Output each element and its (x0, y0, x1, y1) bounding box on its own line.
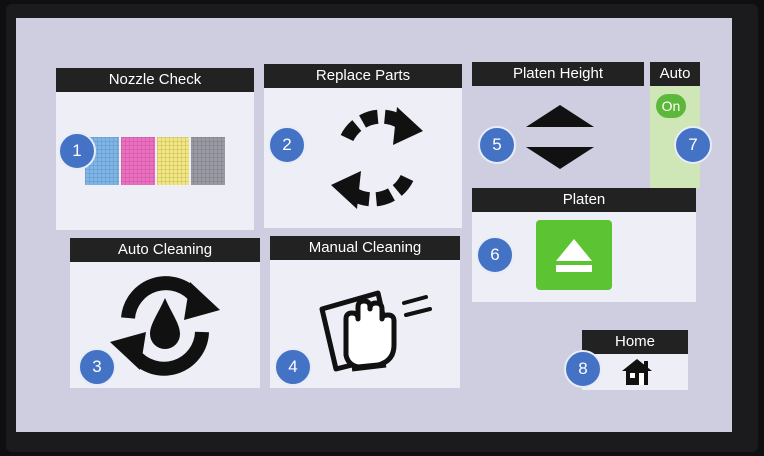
replace-parts-tile[interactable]: Replace Parts 2 (264, 64, 462, 228)
platen-height-title: Platen Height (472, 62, 644, 86)
auto-toggle-tile[interactable]: Auto On 7 (650, 62, 712, 188)
badge-3: 3 (78, 348, 116, 386)
platen-height-tile[interactable]: Platen Height 5 (472, 62, 644, 188)
badge-7: 7 (674, 126, 712, 164)
eject-icon (556, 239, 592, 272)
replace-parts-title: Replace Parts (264, 64, 462, 88)
wiping-glove-icon (319, 290, 432, 372)
badge-1: 1 (58, 132, 96, 170)
manual-cleaning-tile[interactable]: Manual Cleaning 4 (270, 236, 460, 388)
touch-screen: Nozzle Check 1 Replace Parts 2 Auto Clea… (16, 18, 732, 432)
badge-5: 5 (478, 126, 516, 164)
auto-on-toggle[interactable]: On (656, 94, 686, 118)
badge-2: 2 (268, 126, 306, 164)
badge-6: 6 (476, 236, 514, 274)
home-title: Home (582, 330, 688, 354)
cycle-drop-icon (110, 276, 220, 376)
refresh-arrows-icon (331, 107, 423, 209)
house-icon (622, 359, 652, 385)
platen-title: Platen (472, 188, 696, 212)
badge-8: 8 (564, 350, 602, 388)
platen-tile[interactable]: Platen 6 (472, 188, 696, 302)
auto-cleaning-tile[interactable]: Auto Cleaning 3 (70, 238, 260, 388)
up-down-arrows-icon (526, 105, 594, 169)
nozzle-check-tile[interactable]: Nozzle Check 1 (56, 68, 254, 230)
auto-title: Auto (650, 62, 700, 86)
home-tile[interactable]: Home 8 (564, 330, 688, 390)
auto-cleaning-title: Auto Cleaning (70, 238, 260, 262)
badge-4: 4 (274, 348, 312, 386)
platen-eject-button[interactable] (536, 220, 612, 290)
nozzle-pattern-icon (85, 137, 225, 185)
nozzle-check-title: Nozzle Check (56, 68, 254, 92)
manual-cleaning-title: Manual Cleaning (270, 236, 460, 260)
